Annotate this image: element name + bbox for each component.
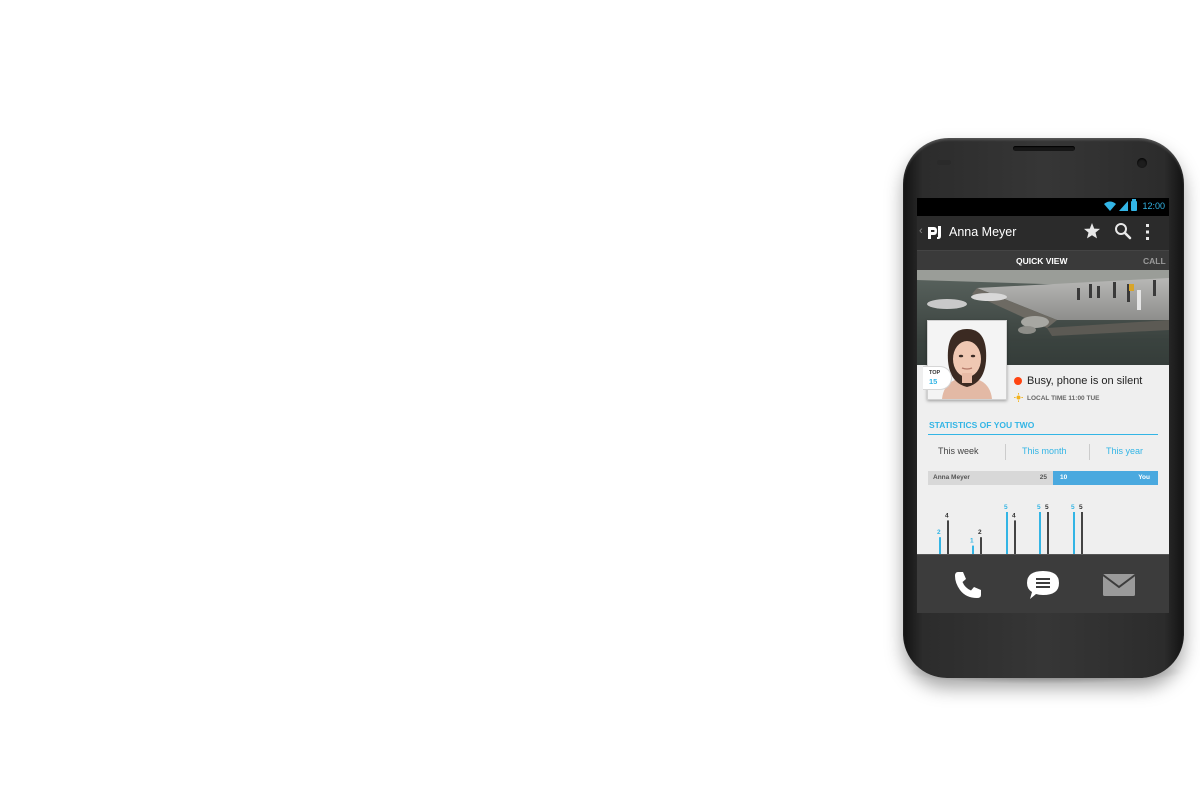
signal-icon — [1119, 201, 1129, 211]
score-contact-name: Anna Meyer — [933, 474, 970, 481]
chart-bar-blue — [972, 545, 974, 554]
email-button[interactable] — [1099, 567, 1139, 603]
overflow-menu-icon[interactable] — [1145, 223, 1151, 241]
stats-divider — [928, 434, 1158, 435]
period-this-month[interactable]: This month — [1022, 446, 1067, 456]
search-icon[interactable] — [1114, 222, 1132, 240]
chart-value-label: 5 — [1079, 504, 1083, 511]
chart-value-label: 5 — [1045, 504, 1049, 511]
score-you-count: 10 — [1060, 474, 1068, 481]
earpiece — [1013, 146, 1075, 151]
chart-value-label: 5 — [1004, 504, 1008, 511]
chart-bar-blue — [1039, 512, 1041, 554]
status-bar: 12:00 — [917, 198, 1169, 216]
chart-bar-dark — [1081, 512, 1083, 554]
star-icon[interactable] — [1083, 222, 1101, 240]
chart-bar-blue — [939, 537, 941, 554]
period-separator — [1089, 444, 1090, 460]
presence-status-text: Busy, phone is on silent — [1027, 375, 1143, 387]
quick-view-content: TOP 15 Busy, phone is on silent LOCAL TI… — [917, 270, 1169, 554]
chart-value-label: 5 — [1037, 504, 1041, 511]
period-this-week[interactable]: This week — [938, 446, 979, 456]
chart-value-label: 4 — [945, 512, 949, 519]
chart-value-label: 4 — [1012, 512, 1016, 519]
chart-bar-dark — [947, 520, 949, 554]
app-logo-icon[interactable] — [926, 223, 943, 240]
score-you-segment: 10 You — [1053, 471, 1158, 485]
score-bar: Anna Meyer 25 10 You — [928, 471, 1158, 485]
tab-call[interactable]: CALL — [1143, 256, 1166, 266]
message-icon — [1027, 571, 1059, 599]
top-contact-badge: TOP 15 — [923, 366, 952, 390]
chart-bar-blue — [1006, 512, 1008, 554]
score-you-label: You — [1138, 474, 1150, 481]
stats-section-title: STATISTICS OF YOU TWO — [929, 420, 1035, 430]
message-button[interactable] — [1023, 567, 1063, 603]
period-tabs: This week This month This year — [928, 442, 1158, 462]
tab-quick-view[interactable]: QUICK VIEW — [1016, 256, 1067, 266]
activity-chart: 2412545 5 5 5 — [937, 504, 1083, 554]
chart-value-label: 1 — [970, 538, 974, 545]
phone-icon — [955, 572, 981, 598]
proximity-sensor — [937, 160, 951, 165]
contact-title: Anna Meyer — [949, 225, 1017, 239]
mail-icon — [1102, 574, 1136, 596]
chart-value-label: 5 — [1071, 504, 1075, 511]
score-contact-segment: Anna Meyer 25 — [928, 471, 1053, 485]
tab-bar: QUICK VIEW CALL — [917, 250, 1169, 271]
badge-rank: 15 — [929, 377, 938, 386]
battery-icon — [1131, 199, 1138, 211]
phone-device: 12:00 ‹ Anna Meyer QUICK VIEW CALL TOP 1… — [903, 138, 1184, 678]
chart-value-label: 2 — [978, 529, 982, 536]
badge-label: TOP — [929, 370, 941, 376]
bottom-action-bar — [917, 554, 1169, 613]
score-contact-count: 25 — [1039, 474, 1047, 481]
call-button[interactable] — [948, 567, 988, 603]
wifi-icon — [1104, 201, 1117, 211]
chart-bar-dark — [1047, 512, 1049, 554]
phone-screen: 12:00 ‹ Anna Meyer QUICK VIEW CALL TOP 1… — [917, 198, 1169, 613]
status-clock: 12:00 — [1142, 201, 1165, 211]
action-bar: ‹ Anna Meyer — [917, 216, 1169, 250]
period-this-year[interactable]: This year — [1106, 446, 1143, 456]
presence-status-dot — [1014, 377, 1022, 385]
front-camera-icon — [1137, 158, 1147, 168]
chart-bar-dark — [980, 537, 982, 554]
chart-bar-dark — [1014, 520, 1016, 554]
chart-value-label: 2 — [937, 529, 941, 536]
chevron-left-icon[interactable]: ‹ — [919, 225, 923, 237]
sun-icon — [1014, 393, 1023, 402]
chart-bar-blue — [1073, 512, 1075, 554]
local-time: LOCAL TIME 11:00 TUE — [1027, 395, 1100, 402]
period-separator — [1005, 444, 1006, 460]
